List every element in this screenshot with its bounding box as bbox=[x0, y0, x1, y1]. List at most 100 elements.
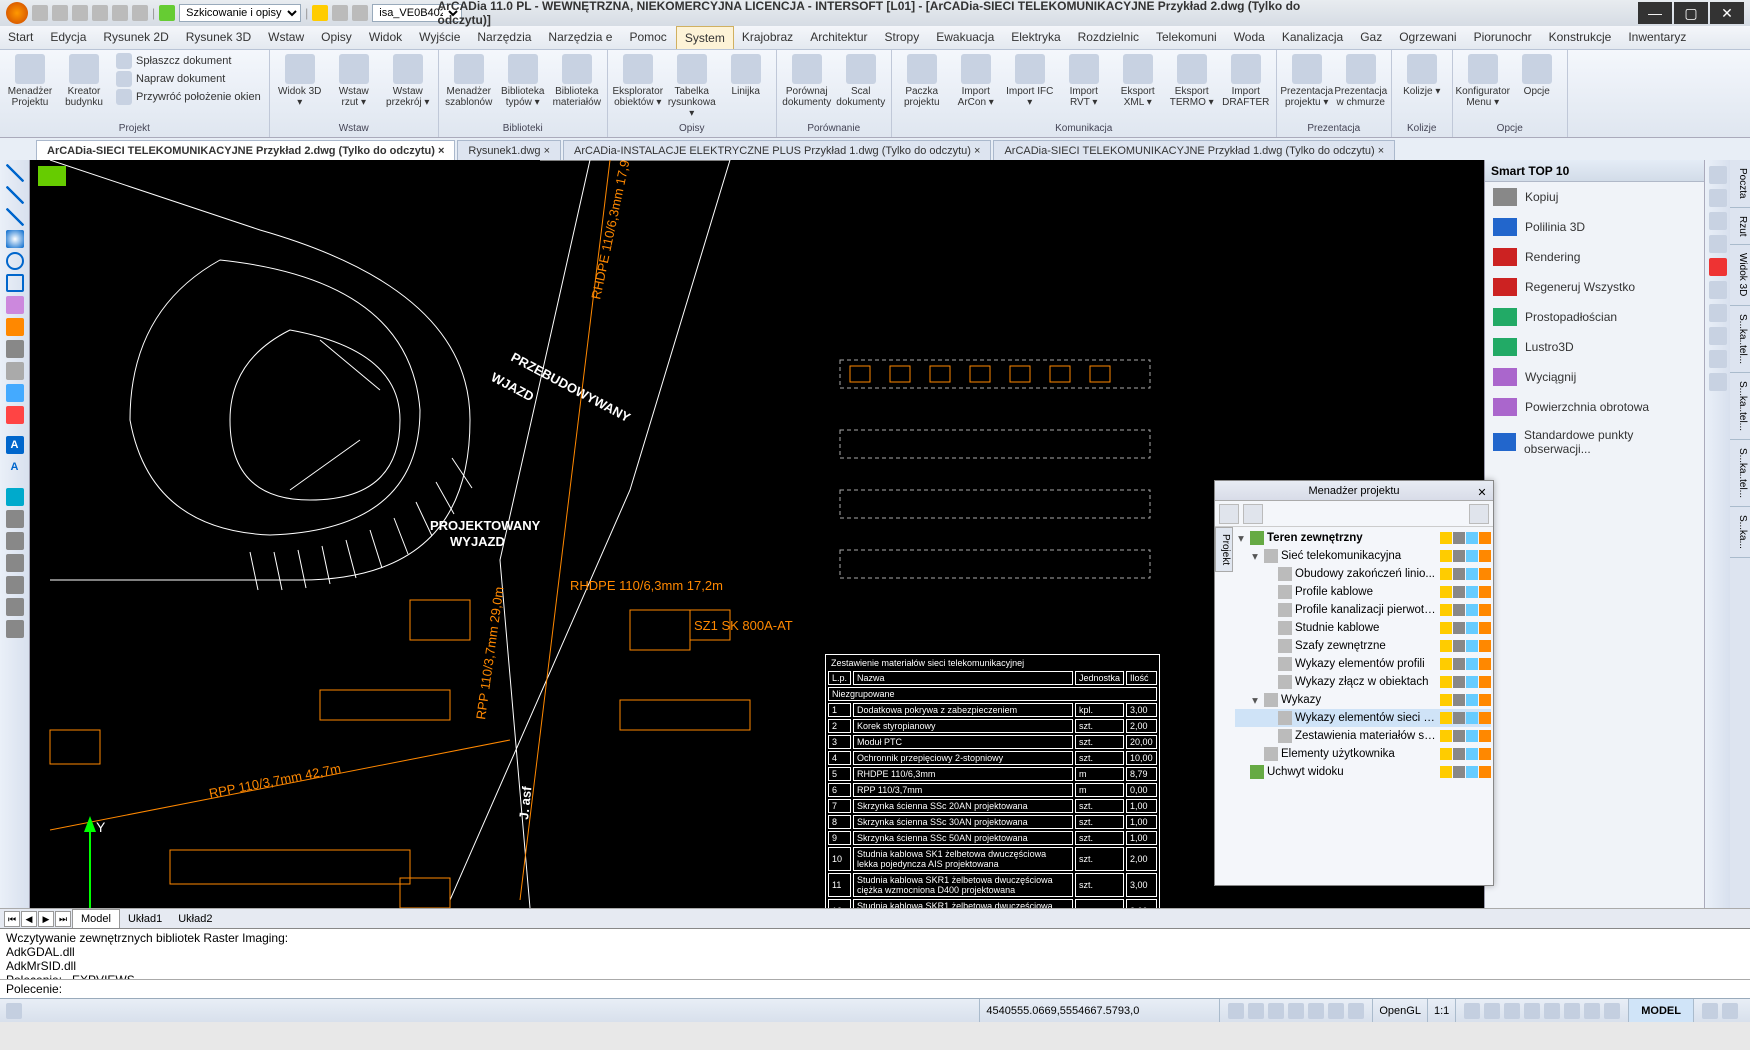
lock-icon[interactable] bbox=[1453, 748, 1465, 760]
zoom-out-icon[interactable] bbox=[6, 554, 24, 572]
pm-tool-icon[interactable] bbox=[1219, 504, 1239, 524]
rs-icon[interactable] bbox=[1709, 304, 1727, 322]
vertical-tab[interactable]: Widok 3D bbox=[1730, 245, 1750, 305]
grid-icon[interactable] bbox=[1248, 1003, 1264, 1019]
visibility-icon[interactable] bbox=[1440, 712, 1452, 724]
insert-section-button[interactable]: Wstaw przekrój ▾ bbox=[382, 52, 434, 110]
lock-icon[interactable] bbox=[1453, 550, 1465, 562]
refresh-tool-icon[interactable] bbox=[6, 488, 24, 506]
qat-save-icon[interactable] bbox=[72, 5, 88, 21]
qat-layer-icon[interactable] bbox=[352, 5, 368, 21]
close-button[interactable]: ✕ bbox=[1710, 2, 1744, 24]
circle-tool-icon[interactable] bbox=[6, 230, 24, 248]
vertical-tab[interactable]: Rzut bbox=[1730, 208, 1750, 246]
layout-tab[interactable]: Układ2 bbox=[170, 910, 220, 928]
render-mode[interactable]: OpenGL bbox=[1372, 999, 1427, 1022]
lock-icon[interactable] bbox=[1453, 622, 1465, 634]
cloud-presentation-button[interactable]: Prezentacja w chmurze bbox=[1335, 52, 1387, 110]
print-icon[interactable] bbox=[1466, 604, 1478, 616]
lock-icon[interactable] bbox=[1453, 640, 1465, 652]
lock-icon[interactable] bbox=[1453, 766, 1465, 778]
qat-new-icon[interactable] bbox=[32, 5, 48, 21]
rs-icon[interactable] bbox=[1709, 281, 1727, 299]
visibility-icon[interactable] bbox=[1440, 622, 1452, 634]
status-icon[interactable] bbox=[1702, 1003, 1718, 1019]
visibility-icon[interactable] bbox=[1440, 676, 1452, 688]
model-space-button[interactable]: MODEL bbox=[1628, 999, 1693, 1022]
print-icon[interactable] bbox=[1466, 748, 1478, 760]
color-swatch[interactable] bbox=[1479, 748, 1491, 760]
ribbon-tab[interactable]: Inwentaryz bbox=[1620, 26, 1695, 49]
rs-icon[interactable] bbox=[1709, 189, 1727, 207]
ortho-icon[interactable] bbox=[1268, 1003, 1284, 1019]
lock-icon[interactable] bbox=[1453, 676, 1465, 688]
ribbon-tab[interactable]: Elektryka bbox=[1003, 26, 1069, 49]
visibility-icon[interactable] bbox=[1440, 766, 1452, 778]
rs-icon[interactable] bbox=[1709, 166, 1727, 184]
tree-row[interactable]: Uchwyt widoku bbox=[1235, 763, 1491, 781]
ribbon-tab[interactable]: Widok bbox=[361, 26, 411, 49]
status-icon[interactable] bbox=[1504, 1003, 1520, 1019]
project-presentation-button[interactable]: Prezentacja projektu ▾ bbox=[1281, 52, 1333, 110]
color-swatch[interactable] bbox=[1479, 622, 1491, 634]
print-icon[interactable] bbox=[1466, 766, 1478, 778]
rs-icon[interactable] bbox=[1709, 327, 1727, 345]
tree-row[interactable]: Profile kanalizacji pierwotnej bbox=[1235, 601, 1491, 619]
tree-row[interactable]: Elementy użytkownika bbox=[1235, 745, 1491, 763]
color-swatch[interactable] bbox=[1479, 568, 1491, 580]
drawing-table-button[interactable]: Tabelka rysunkowa ▾ bbox=[666, 52, 718, 121]
smart-item[interactable]: Prostopadłościan bbox=[1485, 302, 1704, 332]
tree-row[interactable]: Wykazy elementów sieci te... bbox=[1235, 709, 1491, 727]
color-swatch[interactable] bbox=[1479, 766, 1491, 778]
type-lib-button[interactable]: Biblioteka typów ▾ bbox=[497, 52, 549, 110]
ribbon-tab[interactable]: Piorunochr bbox=[1466, 26, 1541, 49]
scale-display[interactable]: 1:1 bbox=[1427, 999, 1455, 1022]
qat-redo-icon[interactable] bbox=[132, 5, 148, 21]
insert-plan-button[interactable]: Wstaw rzut ▾ bbox=[328, 52, 380, 110]
smart-item[interactable]: Kopiuj bbox=[1485, 182, 1704, 212]
color-swatch[interactable] bbox=[1479, 640, 1491, 652]
visibility-icon[interactable] bbox=[1440, 568, 1452, 580]
document-tab[interactable]: ArCADia-SIECI TELEKOMUNIKACYJNE Przykład… bbox=[993, 140, 1395, 160]
ruler-button[interactable]: Linijka bbox=[720, 52, 772, 99]
print-icon[interactable] bbox=[1466, 586, 1478, 598]
project-manager-panel[interactable]: Menadżer projektu✕ Projekt ▾Teren zewnęt… bbox=[1214, 480, 1494, 886]
smart-item[interactable]: Rendering bbox=[1485, 242, 1704, 272]
xline-tool-icon[interactable] bbox=[6, 208, 24, 226]
print-icon[interactable] bbox=[1466, 532, 1478, 544]
color-swatch[interactable] bbox=[1479, 712, 1491, 724]
zoom-in-icon[interactable] bbox=[6, 532, 24, 550]
color-swatch[interactable] bbox=[1479, 658, 1491, 670]
visibility-icon[interactable] bbox=[1440, 532, 1452, 544]
vertical-tab[interactable]: S...ka... bbox=[1730, 507, 1750, 558]
zoom-extents-icon[interactable] bbox=[6, 598, 24, 616]
snap-icon[interactable] bbox=[1228, 1003, 1244, 1019]
command-window[interactable]: Wczytywanie zewnętrznych bibliotek Raste… bbox=[0, 928, 1750, 998]
color-swatch[interactable] bbox=[1479, 694, 1491, 706]
print-icon[interactable] bbox=[1466, 640, 1478, 652]
status-icon[interactable] bbox=[1604, 1003, 1620, 1019]
smart-item[interactable]: Wyciągnij bbox=[1485, 362, 1704, 392]
status-icon[interactable] bbox=[6, 1003, 22, 1019]
qat-prop-icon[interactable] bbox=[159, 5, 175, 21]
rs-icon[interactable] bbox=[1709, 235, 1727, 253]
tree-row[interactable]: ▾Sieć telekomunikacyjna bbox=[1235, 547, 1491, 565]
color-swatch[interactable] bbox=[1479, 676, 1491, 688]
status-icon[interactable] bbox=[1544, 1003, 1560, 1019]
status-icon[interactable] bbox=[1722, 1003, 1738, 1019]
status-icon[interactable] bbox=[1564, 1003, 1580, 1019]
tree-row[interactable]: Wykazy złącz w obiektach bbox=[1235, 673, 1491, 691]
vertical-tab[interactable]: Poczta bbox=[1730, 160, 1750, 208]
ribbon-tab[interactable]: Rozdzielnic bbox=[1070, 26, 1148, 49]
ribbon-tab[interactable]: System bbox=[676, 26, 734, 49]
ribbon-tab[interactable]: Opisy bbox=[313, 26, 361, 49]
qat-print-icon[interactable] bbox=[92, 5, 108, 21]
tree-row[interactable]: Zestawienia materiałów sie... bbox=[1235, 727, 1491, 745]
import-arcon-button[interactable]: Import ArCon ▾ bbox=[950, 52, 1002, 110]
ribbon-tab[interactable]: Rysunek 2D bbox=[95, 26, 177, 49]
ribbon-tab[interactable]: Narzędzia bbox=[469, 26, 540, 49]
print-icon[interactable] bbox=[1466, 712, 1478, 724]
export-termo-button[interactable]: Eksport TERMO ▾ bbox=[1166, 52, 1218, 110]
ribbon-tab[interactable]: Edycja bbox=[42, 26, 95, 49]
status-icon[interactable] bbox=[1464, 1003, 1480, 1019]
